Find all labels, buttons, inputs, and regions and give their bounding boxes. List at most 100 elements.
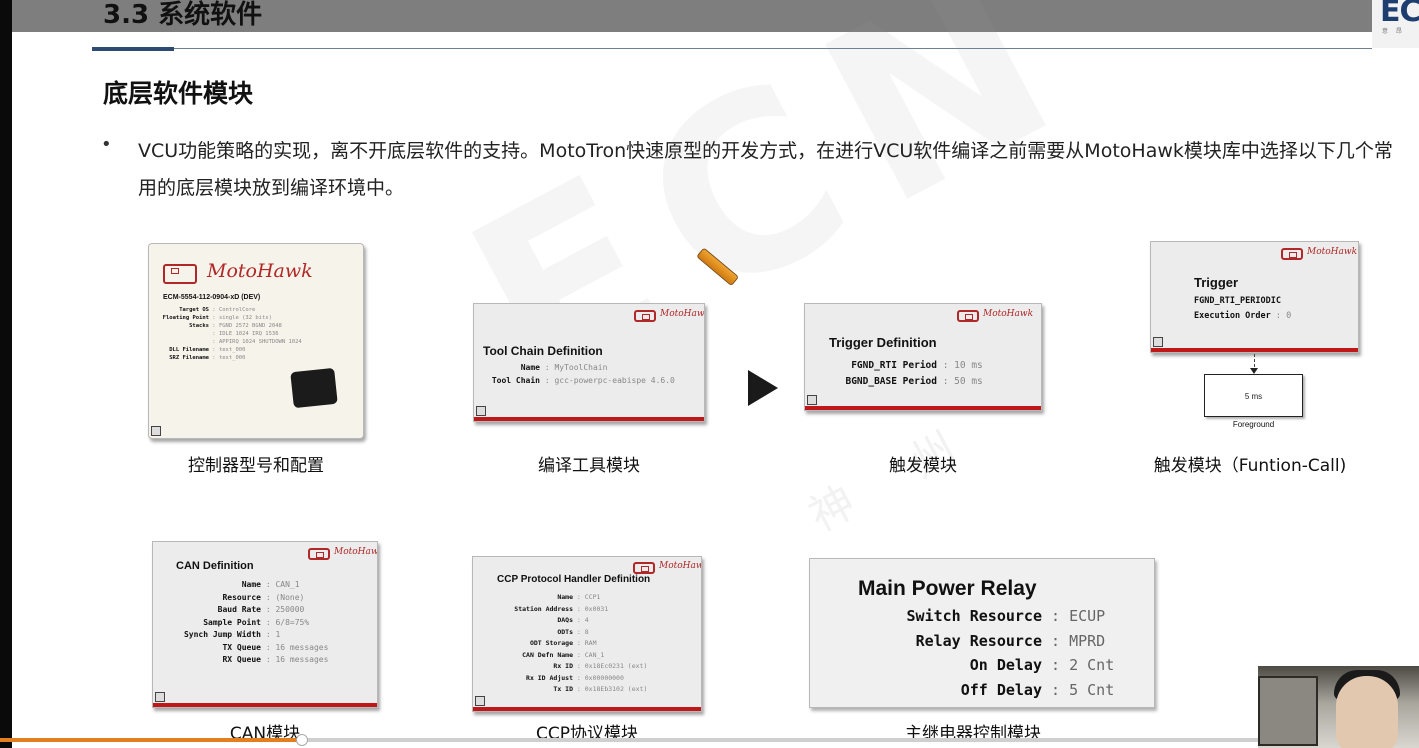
toolchain-title: Tool Chain Definition — [483, 344, 603, 358]
param-key: Floating Point — [162, 315, 209, 321]
param-key: ODTs — [557, 627, 573, 636]
param-value: 0x0031 — [584, 604, 609, 613]
param-value: MPRD — [1069, 631, 1106, 650]
header-accent-rule — [92, 47, 174, 51]
trigger-function-call-caption: 触发模块（Funtion-Call) — [1153, 456, 1347, 476]
param-key: Rx ID — [553, 662, 573, 670]
block-corner-icon — [151, 426, 161, 436]
param-separator: : — [573, 627, 585, 636]
param-value: 10 ms — [954, 360, 983, 371]
param-key: Target OS — [179, 307, 209, 313]
block-corner-icon — [476, 406, 486, 416]
webcam-presenter-face — [1336, 676, 1398, 748]
toolchain-caption: 编译工具模块 — [538, 456, 640, 476]
param-key: Name — [557, 593, 573, 601]
param-key: On Delay — [969, 656, 1042, 674]
param-value: MyToolChain — [554, 363, 608, 372]
param-value: 16 messages — [275, 642, 329, 652]
param-row: Resource : (None) — [173, 592, 328, 605]
param-separator: : — [209, 331, 219, 337]
param-key: Name — [241, 580, 261, 589]
param-row: Tool Chain : gcc-powerpc-eabispe 4.6.0 — [482, 375, 675, 388]
param-row: FGND_RTI Period : 10 ms — [825, 358, 983, 374]
param-row: : IDLE 1024 IRQ 1536 — [157, 330, 302, 338]
param-value: 5 Cnt — [1069, 680, 1115, 699]
param-separator: : — [573, 685, 585, 693]
param-row: DAQs : 4 — [495, 615, 647, 627]
param-key: CAN Defn Name — [522, 650, 573, 659]
param-row: Off Delay : 5 Cnt — [858, 678, 1115, 703]
play-icon[interactable] — [748, 370, 778, 406]
param-separator: : — [573, 662, 585, 670]
param-value: 0 — [1286, 311, 1292, 321]
ccp-protocol-block: MotoHawk CCP Protocol Handler Definition… — [472, 556, 702, 712]
param-value: 1 — [275, 630, 281, 639]
block-corner-icon — [807, 395, 817, 405]
param-row: Rx ID : 0x18Ec0231 (ext) — [495, 661, 647, 673]
param-value: RAM — [584, 639, 597, 647]
trigger-title: Trigger — [1194, 275, 1239, 290]
param-row: Station Address : 0x0031 — [495, 604, 647, 616]
param-key: Sample Point — [203, 617, 261, 627]
param-separator: : — [1042, 607, 1070, 625]
section-title: 底层软件模块 — [103, 79, 254, 108]
ccp-protocol-title: CCP Protocol Handler Definition — [497, 574, 651, 585]
param-row: BGND_BASE Period : 50 ms — [825, 374, 982, 390]
param-key: Relay Resource — [915, 631, 1042, 650]
param-row: : APPIRQ 1024 SHUTDOWN 1024 — [157, 338, 302, 346]
brand-logo-text: EC — [1380, 0, 1419, 29]
param-key: Off Delay — [960, 680, 1042, 699]
param-value: 4 — [584, 616, 589, 624]
param-separator: : — [573, 650, 585, 659]
param-row: Stacks : FGND 2572 BGND 2048 — [157, 322, 302, 330]
param-separator: : — [261, 630, 276, 639]
param-value: 250000 — [275, 605, 305, 614]
param-separator: : — [573, 593, 585, 601]
param-separator: : — [573, 673, 585, 682]
param-separator: : — [540, 375, 555, 385]
main-power-relay-title: Main Power Relay — [858, 577, 1037, 600]
block-corner-icon — [155, 692, 165, 702]
param-value: 6/8=75% — [275, 617, 310, 627]
param-separator: : — [937, 376, 955, 387]
ecu-hardware-image — [290, 367, 338, 409]
param-row: ODT Storage : RAM — [495, 638, 647, 650]
param-key: Rx ID Adjust — [526, 673, 573, 682]
motohawk-logo: MotoHawk — [957, 309, 1033, 325]
can-definition-title: CAN Definition — [176, 560, 254, 572]
param-separator: : — [261, 580, 276, 589]
param-key: FGND_RTI_PERIODIC — [1194, 296, 1281, 306]
param-row: ODTs : 8 — [495, 627, 647, 639]
video-progress-handle[interactable] — [296, 734, 308, 746]
param-row: Target OS : ControlCore — [157, 306, 302, 314]
param-key: Baud Rate — [217, 605, 261, 614]
param-value: ControlCore — [218, 307, 256, 313]
main-power-relay-params: Switch Resource : ECUP Relay Resource : M… — [858, 604, 1115, 703]
param-key: SRZ Filename — [169, 355, 209, 361]
param-separator: : — [209, 347, 219, 353]
param-key: TX Queue — [222, 642, 261, 652]
block-status-line — [474, 417, 704, 421]
param-separator: : — [209, 315, 219, 321]
param-key: Name — [520, 363, 540, 372]
video-progress-fill — [0, 738, 302, 742]
param-row: Synch Jump Width : 1 — [173, 629, 328, 642]
bullet-marker: • — [101, 134, 112, 155]
param-value: APPIRQ 1024 SHUTDOWN 1024 — [218, 339, 302, 345]
param-separator: : — [1270, 311, 1287, 321]
can-definition-params: Name : CAN_1 Resource : (None) Baud Rate :… — [173, 579, 329, 667]
toolchain-block: MotoHawk Tool Chain Definition Name : My… — [473, 303, 705, 422]
controller-model: ECM-5554-112-0904-xD (DEV) — [163, 294, 261, 301]
param-value: CAN_1 — [584, 650, 605, 659]
param-separator: : — [573, 639, 585, 647]
param-value: 0x18Eb3102 (ext) — [584, 685, 648, 693]
param-value: 0x18Ec0231 (ext) — [584, 662, 648, 670]
param-row: Tx ID : 0x18Eb3102 (ext) — [495, 684, 647, 696]
param-separator: : — [573, 616, 585, 624]
param-value: CCP1 — [584, 593, 601, 601]
param-key: Resource — [222, 592, 261, 602]
block-corner-icon — [475, 696, 485, 706]
param-value: IDLE 1024 IRQ 1536 — [218, 331, 279, 337]
trigger-definition-title: Trigger Definition — [829, 335, 937, 350]
ccp-protocol-params: Name : CCP1 Station Address : 0x0031 DAQs … — [495, 592, 647, 696]
